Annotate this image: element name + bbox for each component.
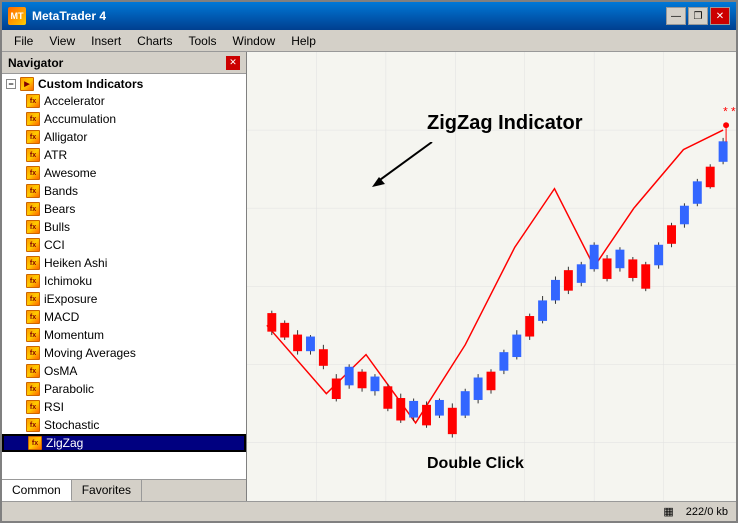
list-item-macd[interactable]: fx MACD [2, 308, 246, 326]
double-click-label: Double Click [427, 455, 524, 473]
list-item-atr[interactable]: fx ATR [2, 146, 246, 164]
menu-file[interactable]: File [6, 32, 41, 50]
indicator-icon: fx [26, 166, 40, 180]
indicator-icon: fx [26, 274, 40, 288]
list-item-cci[interactable]: fx CCI [2, 236, 246, 254]
indicator-icon: fx [26, 94, 40, 108]
grid-icon: ▦ [663, 505, 673, 518]
list-item-bears[interactable]: fx Bears [2, 200, 246, 218]
list-item-awesome[interactable]: fx Awesome [2, 164, 246, 182]
indicator-icon: fx [26, 328, 40, 342]
indicator-icon: fx [26, 256, 40, 270]
chart-inner: ZigZag Indicator Double Click [247, 52, 736, 501]
navigator-title: Navigator [8, 56, 63, 70]
list-item-accelerator[interactable]: fx Accelerator [2, 92, 246, 110]
tree-root-custom-indicators[interactable]: − ▶ Custom Indicators [2, 76, 246, 92]
indicator-icon: fx [26, 400, 40, 414]
list-item-parabolic[interactable]: fx Parabolic [2, 380, 246, 398]
content-area: Navigator ✕ − ▶ Custom Indicators fx Acc… [2, 52, 736, 501]
list-item-stochastic[interactable]: fx Stochastic [2, 416, 246, 434]
indicator-icon: fx [26, 418, 40, 432]
zigzag-indicator-label: ZigZag Indicator [427, 112, 583, 135]
navigator-panel: Navigator ✕ − ▶ Custom Indicators fx Acc… [2, 52, 247, 501]
list-item-moving-averages[interactable]: fx Moving Averages [2, 344, 246, 362]
status-bar: ▦ 222/0 kb [2, 501, 736, 521]
title-bar-controls: — ❐ ✕ [666, 7, 730, 25]
list-item-osma[interactable]: fx OsMA [2, 362, 246, 380]
list-item-ichimoku[interactable]: fx Ichimoku [2, 272, 246, 290]
menu-charts[interactable]: Charts [129, 32, 180, 50]
collapse-icon[interactable]: − [6, 79, 16, 89]
indicator-icon: fx [26, 238, 40, 252]
menu-window[interactable]: Window [225, 32, 284, 50]
indicator-icon: fx [26, 220, 40, 234]
indicator-icon: fx [26, 292, 40, 306]
list-item-bands[interactable]: fx Bands [2, 182, 246, 200]
restore-button[interactable]: ❐ [688, 7, 708, 25]
menu-view[interactable]: View [41, 32, 83, 50]
indicator-icon: fx [26, 130, 40, 144]
indicator-icon: fx [26, 148, 40, 162]
navigator-tabs: Common Favorites [2, 479, 246, 501]
title-bar: MT MetaTrader 4 — ❐ ✕ [2, 2, 736, 30]
list-item-accumulation[interactable]: fx Accumulation [2, 110, 246, 128]
indicator-icon: fx [26, 382, 40, 396]
chart-area: ZigZag Indicator Double Click [247, 52, 736, 501]
navigator-close-button[interactable]: ✕ [226, 56, 240, 70]
indicator-icon: fx [26, 346, 40, 360]
list-item-rsi[interactable]: fx RSI [2, 398, 246, 416]
list-item-heiken-ashi[interactable]: fx Heiken Ashi [2, 254, 246, 272]
menu-bar: File View Insert Charts Tools Window Hel… [2, 30, 736, 52]
custom-indicators-label: Custom Indicators [38, 77, 143, 91]
list-item-alligator[interactable]: fx Alligator [2, 128, 246, 146]
status-memory: 222/0 kb [686, 506, 728, 518]
indicator-icon: fx [26, 202, 40, 216]
indicator-icon: fx [26, 184, 40, 198]
minimize-button[interactable]: — [666, 7, 686, 25]
list-item-bulls[interactable]: fx Bulls [2, 218, 246, 236]
navigator-header: Navigator ✕ [2, 52, 246, 74]
navigator-tree[interactable]: − ▶ Custom Indicators fx Accelerator fx … [2, 74, 246, 479]
indicator-icon: fx [26, 112, 40, 126]
indicator-icon: fx [26, 310, 40, 324]
indicator-icon: fx [26, 364, 40, 378]
memory-label: 222/0 kb [686, 506, 728, 518]
svg-text:* *: * * [723, 105, 736, 119]
menu-insert[interactable]: Insert [83, 32, 129, 50]
close-button[interactable]: ✕ [710, 7, 730, 25]
menu-tools[interactable]: Tools [181, 32, 225, 50]
menu-help[interactable]: Help [283, 32, 324, 50]
tab-favorites[interactable]: Favorites [72, 480, 142, 501]
list-item-momentum[interactable]: fx Momentum [2, 326, 246, 344]
folder-icon: ▶ [20, 77, 34, 91]
app-icon: MT [8, 7, 26, 25]
list-item-zigzag[interactable]: fx ZigZag [2, 434, 246, 452]
tab-common[interactable]: Common [2, 480, 72, 501]
list-item-iexposure[interactable]: fx iExposure [2, 290, 246, 308]
window-title: MetaTrader 4 [32, 9, 106, 23]
indicator-icon: fx [28, 436, 42, 450]
status-grid: ▦ [663, 505, 673, 518]
